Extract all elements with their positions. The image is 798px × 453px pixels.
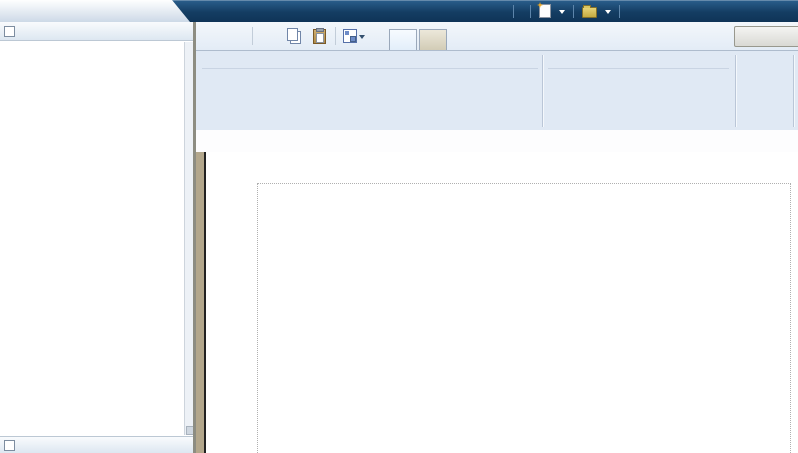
- expand-icon[interactable]: [4, 440, 15, 451]
- ruler: [196, 130, 798, 153]
- toolbar-separator: [252, 27, 253, 45]
- chevron-down-icon: [605, 10, 611, 14]
- insert-object-icon: [343, 29, 357, 43]
- cut-button[interactable]: [260, 27, 278, 45]
- page-elements-row-2: [545, 100, 732, 127]
- redo-button[interactable]: [227, 27, 245, 45]
- tab-page-layout[interactable]: [419, 29, 447, 50]
- ribbon-group-components: [199, 51, 541, 131]
- design-canvas[interactable]: [196, 152, 798, 453]
- copy-icon: [287, 28, 298, 41]
- toolbar-icon-strip: [202, 26, 365, 46]
- ribbon-group-title: [202, 52, 538, 69]
- page-margin-guide: [257, 183, 258, 453]
- top-banner: [0, 0, 798, 22]
- menu-separator: [619, 5, 620, 18]
- data-source-header[interactable]: [0, 22, 193, 41]
- top-menu: [505, 0, 628, 22]
- insert-object-button[interactable]: [343, 27, 365, 45]
- menu-separator: [513, 5, 514, 18]
- return-button[interactable]: [734, 26, 798, 47]
- chevron-down-icon: [359, 35, 365, 39]
- page-margin-guide: [790, 183, 791, 453]
- ribbon-group-separator: [735, 55, 737, 127]
- ribbon-group-title: [548, 52, 729, 69]
- menu-open[interactable]: [582, 5, 611, 18]
- open-folder-icon: [582, 7, 597, 18]
- ribbon-group-page-elements: [545, 51, 732, 131]
- toolbar: [196, 22, 798, 50]
- copy-button[interactable]: [285, 27, 303, 45]
- sidebar: [0, 22, 194, 453]
- ribbon-group-separator: [793, 55, 795, 127]
- toolbar-separator: [335, 27, 336, 45]
- ruler-scale: [202, 130, 798, 152]
- ribbon: [196, 50, 798, 132]
- components-row-2: [199, 100, 541, 127]
- main-area: [196, 22, 798, 453]
- menu-separator: [530, 5, 531, 18]
- ribbon-group-separator: [542, 55, 544, 127]
- menu-separator: [573, 5, 574, 18]
- menu-new[interactable]: [539, 4, 565, 18]
- ribbon-tabs: [389, 29, 449, 50]
- components-row-1: [199, 71, 541, 98]
- new-document-icon: [539, 4, 551, 18]
- page-margin-guide: [257, 183, 791, 184]
- tab-insert[interactable]: [389, 29, 417, 50]
- report-title-tab: [0, 0, 205, 22]
- paste-icon: [313, 29, 326, 44]
- sidebar-scrollbar[interactable]: [184, 42, 193, 435]
- paste-button[interactable]: [310, 27, 328, 45]
- components-panel-header[interactable]: [0, 436, 193, 453]
- app-window: [0, 0, 798, 453]
- chevron-down-icon: [559, 10, 565, 14]
- data-source-tree: [0, 42, 185, 435]
- collapse-icon[interactable]: [4, 26, 15, 37]
- undo-button[interactable]: [202, 27, 220, 45]
- page-edge: [196, 152, 206, 453]
- page-elements-row-1: [545, 71, 732, 98]
